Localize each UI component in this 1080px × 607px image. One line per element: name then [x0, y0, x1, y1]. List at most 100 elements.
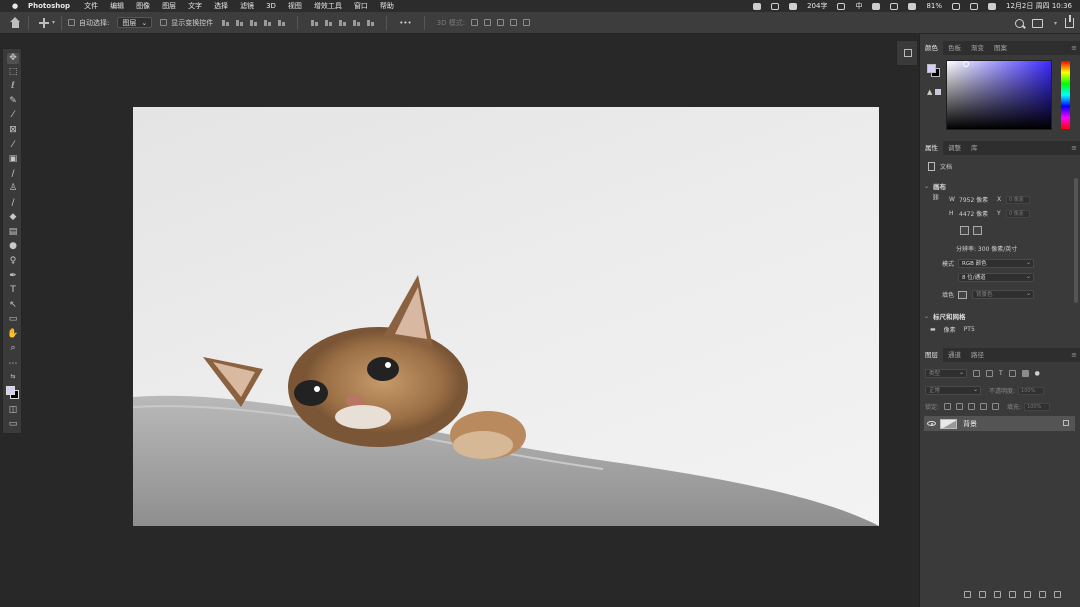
layer-name[interactable]: 背景 — [963, 419, 977, 429]
landscape-icon[interactable] — [973, 226, 982, 235]
sync-icon[interactable] — [908, 2, 917, 10]
fill-field[interactable]: 100% — [1024, 402, 1051, 411]
blur-tool-icon[interactable]: ● — [7, 241, 19, 252]
lock-pixels-icon[interactable] — [956, 403, 964, 410]
layer-background[interactable]: 背景 — [924, 416, 1075, 431]
fill-dropdown[interactable]: 背景色 — [972, 290, 1034, 299]
tab-swatches[interactable]: 色板 — [943, 41, 966, 55]
orbit-3d-icon[interactable] — [471, 19, 479, 26]
history-brush-tool-icon[interactable]: ∕ — [7, 198, 19, 209]
menu-type[interactable]: 文字 — [188, 1, 202, 11]
type-tool-icon[interactable]: T — [7, 285, 19, 296]
link-layers-icon[interactable] — [964, 591, 971, 598]
distribute-top-icon[interactable] — [352, 19, 361, 27]
new-layer-icon[interactable] — [1039, 591, 1046, 598]
ruler-value[interactable]: PT5 — [964, 326, 975, 333]
control-center-icon[interactable] — [988, 2, 997, 10]
height-value[interactable]: 4472 像素 — [959, 209, 997, 218]
eyedropper-tool-icon[interactable]: ⁄ — [7, 140, 19, 151]
panel-menu-icon[interactable]: ≡ — [1071, 351, 1077, 359]
fx-icon[interactable] — [979, 591, 986, 598]
filter-type-icon[interactable]: T — [999, 370, 1003, 377]
panel-menu-icon[interactable]: ≡ — [1071, 44, 1077, 52]
hue-slider[interactable] — [1061, 61, 1070, 129]
ruler-unit[interactable]: 像素 — [944, 325, 956, 334]
clock[interactable]: 12月2日 周四 10:36 — [1006, 1, 1072, 11]
lock-all-icon[interactable] — [992, 403, 1000, 410]
tab-layers[interactable]: 图层 — [920, 348, 943, 362]
wifi-icon[interactable] — [952, 2, 961, 10]
word-count[interactable]: 204字 — [807, 1, 827, 11]
spotlight-icon[interactable] — [970, 2, 979, 10]
menu-file[interactable]: 文件 — [84, 1, 98, 11]
app-menu[interactable]: Photoshop — [28, 2, 70, 10]
more-options-icon[interactable]: ••• — [399, 19, 411, 27]
workspace-icon[interactable] — [1031, 18, 1043, 28]
lock-transparent-icon[interactable] — [944, 403, 952, 410]
home-icon[interactable] — [8, 16, 22, 30]
frame-tool-icon[interactable]: ⊠ — [7, 125, 19, 136]
align-right-icon[interactable] — [249, 19, 258, 27]
hand-tool-icon[interactable]: ✋ — [7, 329, 19, 340]
distribute-hcenter-icon[interactable] — [324, 19, 333, 27]
menu-3d[interactable]: 3D — [266, 2, 276, 10]
healing-brush-tool-icon[interactable]: ▣ — [7, 154, 19, 165]
roll-3d-icon[interactable] — [484, 19, 492, 26]
menu-plugins[interactable]: 增效工具 — [314, 1, 342, 11]
battery-percent[interactable]: 81% — [926, 2, 942, 10]
rulers-section-header[interactable]: ⌄ 标尺和网格 — [924, 311, 966, 322]
marquee-tool-icon[interactable]: ⬚ — [7, 67, 19, 78]
tab-paths[interactable]: 路径 — [966, 348, 989, 362]
app-status-icon[interactable] — [872, 2, 881, 10]
foreground-color-chip[interactable] — [927, 64, 936, 73]
menu-image[interactable]: 图像 — [136, 1, 150, 11]
collapsed-panel-strip[interactable] — [896, 40, 918, 66]
canvas-section-header[interactable]: ⌄ 画布 — [924, 181, 946, 192]
delete-layer-icon[interactable] — [1054, 591, 1061, 598]
mode-dropdown[interactable]: RGB 颜色 — [958, 259, 1034, 268]
new-group-icon[interactable] — [1024, 591, 1031, 598]
notification-icon[interactable] — [789, 2, 798, 10]
menu-select[interactable]: 选择 — [214, 1, 228, 11]
x-field[interactable]: 0 像素 — [1006, 195, 1030, 204]
move-tool-icon[interactable] — [39, 17, 49, 28]
width-value[interactable]: 7952 像素 — [959, 195, 997, 204]
eraser-tool-icon[interactable]: ◆ — [7, 212, 19, 223]
bit-depth-dropdown[interactable]: 8 位/通道 — [958, 273, 1034, 282]
distribute-left-icon[interactable] — [310, 19, 319, 27]
distribute-bottom-icon[interactable] — [366, 19, 375, 27]
layer-thumbnail[interactable] — [940, 418, 957, 429]
layer-filter-dropdown[interactable]: 类型 — [925, 369, 967, 378]
move-tool-icon[interactable]: ✥ — [7, 53, 19, 64]
y-field[interactable]: 0 像素 — [1006, 209, 1030, 218]
input-method[interactable]: 中 — [855, 1, 862, 11]
menu-layer[interactable]: 图层 — [162, 1, 176, 11]
tab-color[interactable]: 颜色 — [920, 41, 943, 55]
bluetooth-icon[interactable] — [890, 2, 899, 10]
quick-select-tool-icon[interactable]: ✎ — [7, 96, 19, 107]
tab-properties[interactable]: 属性 — [920, 141, 943, 155]
share-icon[interactable] — [1065, 15, 1074, 28]
document-canvas[interactable] — [133, 107, 879, 526]
eye-icon[interactable] — [927, 421, 936, 426]
filter-shape-icon[interactable] — [1008, 370, 1016, 377]
filter-smart-object-icon[interactable] — [1021, 370, 1029, 377]
clone-stamp-tool-icon[interactable]: ♙ — [7, 183, 19, 194]
align-top-icon[interactable] — [263, 19, 272, 27]
menu-help[interactable]: 帮助 — [380, 1, 394, 11]
align-vcenter-icon[interactable] — [277, 19, 286, 27]
menu-view[interactable]: 视图 — [288, 1, 302, 11]
zoom-tool-icon[interactable]: ⌕ — [7, 343, 19, 354]
lasso-tool-icon[interactable]: ℓ — [7, 81, 19, 92]
magic-wand-tool-icon[interactable]: ⁄ — [7, 110, 19, 121]
wechat-icon[interactable] — [753, 2, 762, 10]
lock-position-icon[interactable] — [968, 403, 976, 410]
portrait-icon[interactable] — [960, 226, 969, 235]
blend-mode-dropdown[interactable]: 正常 — [925, 386, 981, 395]
opacity-field[interactable]: 100% — [1018, 386, 1045, 395]
properties-scrollbar[interactable] — [1074, 178, 1078, 303]
quick-mask-icon[interactable]: ◫ — [7, 405, 19, 416]
status-icon[interactable] — [837, 2, 846, 10]
path-select-tool-icon[interactable]: ↖ — [7, 300, 19, 311]
align-left-icon[interactable] — [221, 19, 230, 27]
